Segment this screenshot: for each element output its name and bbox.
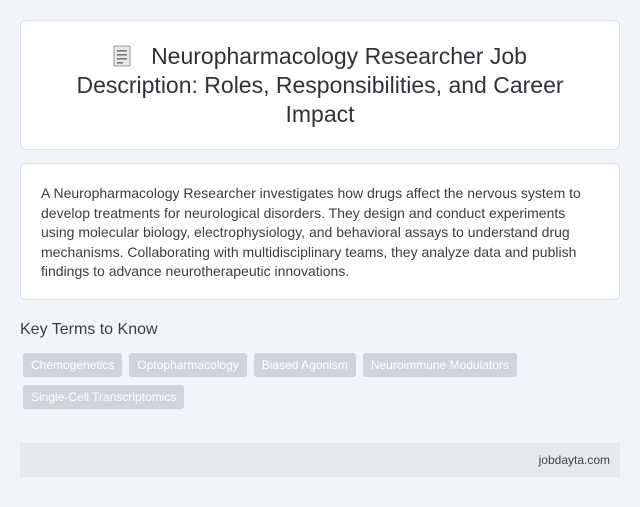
description-card: A Neuropharmacology Researcher investiga… (20, 163, 620, 300)
footer-site-link[interactable]: jobdayta.com (539, 453, 610, 467)
title-card: Neuropharmacology Researcher Job Descrip… (20, 20, 620, 150)
footer: jobdayta.com (20, 443, 620, 477)
key-term-tag[interactable]: Biased Agonism (253, 353, 356, 377)
job-description: A Neuropharmacology Researcher investiga… (41, 185, 581, 279)
key-terms-list: Chemogenetics Optopharmacology Biased Ag… (23, 353, 583, 409)
key-term-tag[interactable]: Chemogenetics (23, 353, 123, 377)
key-terms-heading: Key Terms to Know (20, 321, 158, 338)
key-term-tag[interactable]: Neuroimmune Modulators (362, 353, 517, 377)
page-title: Neuropharmacology Researcher Job Descrip… (76, 42, 564, 127)
key-term-tag[interactable]: Single-Cell Transcriptomics (23, 385, 185, 409)
page-title-heading: Neuropharmacology Researcher Job Descrip… (51, 42, 589, 129)
key-term-tag[interactable]: Optopharmacology (129, 353, 247, 377)
document-icon (113, 45, 131, 66)
